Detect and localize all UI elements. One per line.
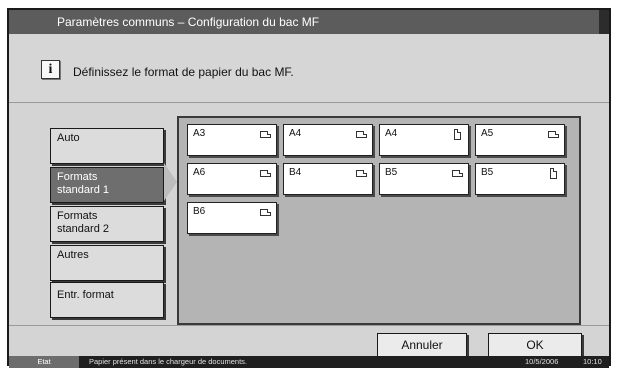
landscape-orientation-icon (356, 170, 367, 177)
landscape-orientation-icon (260, 131, 271, 138)
selection-arrow-icon (164, 163, 177, 201)
size-button-b4[interactable]: B4 (283, 163, 373, 195)
category-label: Auto (57, 132, 80, 144)
size-button-a3[interactable]: A3 (187, 124, 277, 156)
divider (9, 325, 609, 326)
message-area: i Définissez le format de papier du bac … (9, 34, 609, 102)
size-button-a4-landscape[interactable]: A4 (283, 124, 373, 156)
category-other-button[interactable]: Autres (50, 245, 164, 281)
status-message: Papier présent dans le chargeur de docum… (89, 357, 248, 366)
category-custom-entry-button[interactable]: Entr. format (50, 282, 164, 318)
ok-button[interactable]: OK (488, 333, 582, 357)
category-auto-button[interactable]: Auto (50, 128, 164, 164)
category-label-line2: standard 2 (57, 223, 109, 235)
status-state-button[interactable]: Etat (9, 356, 79, 368)
category-standard-2-button[interactable]: Formats standard 2 (50, 206, 164, 242)
screen-frame: Paramètres communs – Configuration du ba… (7, 8, 611, 368)
category-standard-1-button[interactable]: Formats standard 1 (50, 167, 164, 203)
size-label: A4 (385, 128, 398, 139)
title-bar-edge (599, 10, 609, 34)
title-bar: Paramètres communs – Configuration du ba… (9, 10, 609, 34)
size-button-b5-portrait[interactable]: B5 (475, 163, 565, 195)
landscape-orientation-icon (260, 209, 271, 216)
category-label: Formats (57, 171, 98, 183)
paper-size-panel: A3 A4 A4 A5 A6 B4 B5 B5 B6 (177, 116, 581, 325)
size-button-a6[interactable]: A6 (187, 163, 277, 195)
page-title: Paramètres communs – Configuration du ba… (57, 15, 320, 29)
cancel-button[interactable]: Annuler (377, 333, 467, 357)
landscape-orientation-icon (260, 170, 271, 177)
size-label: B5 (481, 167, 494, 178)
category-label-line2: standard 1 (57, 184, 109, 196)
divider (9, 102, 609, 103)
size-button-b5-landscape[interactable]: B5 (379, 163, 469, 195)
info-icon: i (41, 60, 60, 79)
size-button-a5[interactable]: A5 (475, 124, 565, 156)
size-label: B6 (193, 206, 206, 217)
size-label: A5 (481, 128, 494, 139)
size-label: B5 (385, 167, 398, 178)
portrait-orientation-icon (550, 168, 557, 179)
landscape-orientation-icon (356, 131, 367, 138)
portrait-orientation-icon (454, 129, 461, 140)
landscape-orientation-icon (548, 131, 559, 138)
size-label: A4 (289, 128, 302, 139)
category-label: Autres (57, 249, 89, 261)
size-label: A6 (193, 167, 206, 178)
status-date: 10/5/2006 (525, 357, 559, 366)
instruction-message: Définissez le format de papier du bac MF… (73, 65, 294, 79)
status-bar: Etat Papier présent dans le chargeur de … (9, 356, 609, 368)
landscape-orientation-icon (452, 170, 463, 177)
size-button-a4-portrait[interactable]: A4 (379, 124, 469, 156)
category-label: Formats (57, 210, 98, 222)
size-label: B4 (289, 167, 302, 178)
size-button-b6[interactable]: B6 (187, 202, 277, 234)
status-time: 10:10 (583, 357, 602, 366)
size-label: A3 (193, 128, 206, 139)
category-label: Entr. format (57, 289, 114, 301)
